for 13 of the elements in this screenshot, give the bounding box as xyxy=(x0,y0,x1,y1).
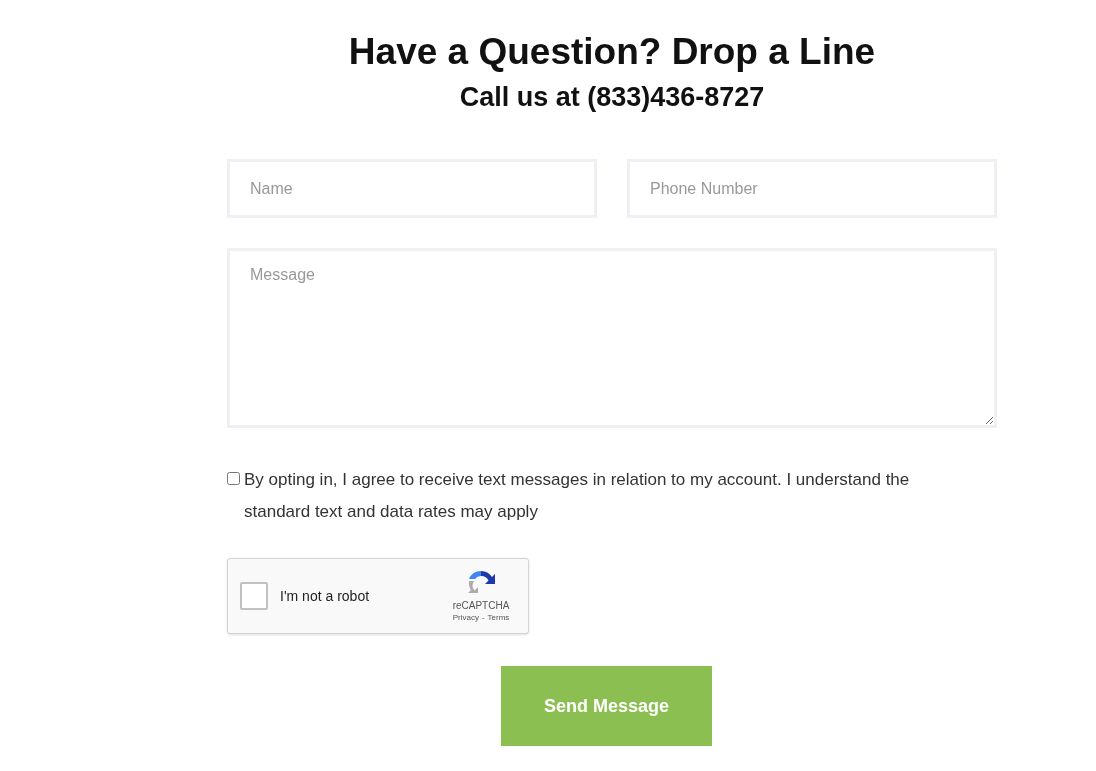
terms-link[interactable]: Terms xyxy=(487,612,510,624)
consent-text: By opting in, I agree to receive text messages in relation to my account. I understand the standard text and data rates may apply xyxy=(244,469,911,523)
input-field[interactable]: Name xyxy=(227,159,597,218)
input-field[interactable]: Phone Number xyxy=(627,159,997,218)
recaptcha-brand: reCAPTCHA xyxy=(452,600,510,612)
privacy-link[interactable]: Privacy xyxy=(452,612,479,624)
link-separator: - xyxy=(481,612,485,624)
captcha-label: I'm not a robot xyxy=(280,586,371,606)
phone-subheading: Call us at (833)436-8727 xyxy=(458,81,766,114)
message-field[interactable]: Message xyxy=(227,248,997,428)
captcha-checkbox[interactable] xyxy=(240,582,268,610)
page-heading: Have a Question? Drop a Line xyxy=(347,30,877,74)
consent-checkbox[interactable] xyxy=(227,472,240,485)
